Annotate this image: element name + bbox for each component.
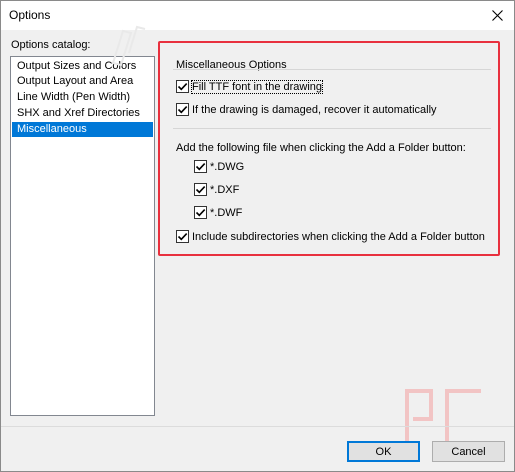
checkmark-icon <box>177 106 188 114</box>
cancel-button[interactable]: Cancel <box>432 441 505 462</box>
dwg-label: *.DWG <box>210 160 245 173</box>
subdirs-label: Include subdirectories when clicking the… <box>192 230 485 243</box>
catalog-item-line-width[interactable]: Line Width (Pen Width) <box>12 90 153 105</box>
close-icon <box>491 9 503 21</box>
subdirs-checkbox[interactable]: Include subdirectories when clicking the… <box>176 230 485 243</box>
dwf-label: *.DWF <box>210 206 243 219</box>
checkmark-icon <box>195 186 206 194</box>
title-bar[interactable]: Options <box>1 1 514 30</box>
checkmark-icon <box>195 209 206 217</box>
dwf-box[interactable] <box>194 206 207 219</box>
recover-checkbox[interactable]: If the drawing is damaged, recover it au… <box>176 103 437 116</box>
catalog-item-miscellaneous[interactable]: Miscellaneous <box>12 122 153 137</box>
checkmark-icon <box>177 83 188 91</box>
recover-label: If the drawing is damaged, recover it au… <box>192 103 437 116</box>
ok-button[interactable]: OK <box>347 441 420 462</box>
subdirs-box[interactable] <box>176 230 189 243</box>
dxf-checkbox[interactable]: *.DXF <box>194 183 239 196</box>
catalog-list[interactable]: Output Sizes and Colors Output Layout an… <box>10 56 155 416</box>
recover-box[interactable] <box>176 103 189 116</box>
dwg-checkbox[interactable]: *.DWG <box>194 160 244 173</box>
close-button[interactable] <box>480 1 514 29</box>
footer-divider <box>1 426 514 427</box>
checkmark-icon <box>177 233 188 241</box>
fill-ttf-checkbox[interactable]: Fill TTF font in the drawing <box>176 79 324 94</box>
group-divider-middle <box>173 128 491 129</box>
catalog-item-shx-xref[interactable]: SHX and Xref Directories <box>12 106 153 121</box>
window-title: Options <box>9 8 51 22</box>
catalog-item-output-layout[interactable]: Output Layout and Area <box>12 74 153 89</box>
group-divider-top <box>173 69 491 70</box>
add-files-note: Add the following file when clicking the… <box>176 142 466 154</box>
fill-ttf-box[interactable] <box>176 80 189 93</box>
dwg-box[interactable] <box>194 160 207 173</box>
dxf-box[interactable] <box>194 183 207 196</box>
dwf-checkbox[interactable]: *.DWF <box>194 206 242 219</box>
watermark-top <box>111 25 146 67</box>
dxf-label: *.DXF <box>210 183 240 196</box>
options-dialog: Options Options catalog: Output Sizes an… <box>0 0 515 472</box>
checkmark-icon <box>195 163 206 171</box>
fill-ttf-label: Fill TTF font in the drawing <box>190 79 324 94</box>
catalog-label: Options catalog: <box>11 39 91 51</box>
